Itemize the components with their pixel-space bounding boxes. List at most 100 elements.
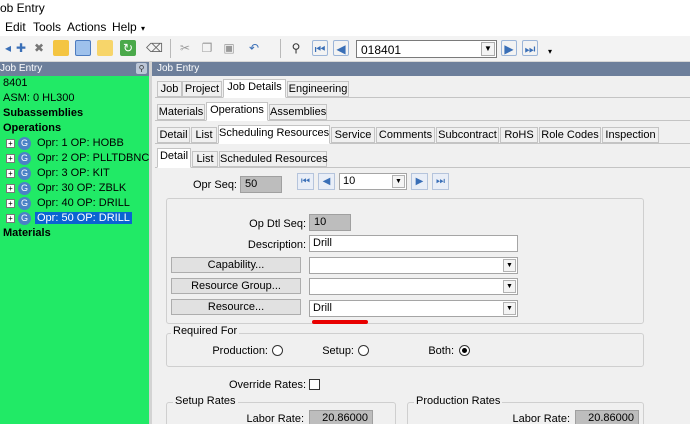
tab-scheduling-resources[interactable]: Scheduling Resources [218,125,330,144]
capability-button[interactable]: Capability... [171,257,301,273]
resource-group-combo[interactable]: ▼ [309,278,518,295]
production-radio[interactable] [272,345,283,356]
opr-seq-field[interactable]: 50 [240,176,282,193]
tab-list[interactable]: List [191,127,217,143]
operation-label[interactable]: Opr: 3 OP: KIT [35,167,112,179]
chevron-down-icon[interactable]: ▼ [392,175,405,188]
tab-comments[interactable]: Comments [376,127,435,143]
panel-title: Job Entry [157,63,200,74]
override-rates-label: Override Rates: [228,379,306,391]
paste-icon[interactable]: ▣ [221,40,237,56]
required-for-label: Required For [171,325,240,337]
resource-seq-combo[interactable]: 10 ▼ [339,173,407,190]
tab-engineering[interactable]: Engineering [287,81,349,97]
op-dtl-seq-field[interactable]: 10 [309,214,351,231]
capability-combo[interactable]: ▼ [309,257,518,274]
chevron-down-icon[interactable]: ▼ [503,302,516,315]
tree-subassemblies[interactable]: Subassemblies [3,107,83,119]
search-icon[interactable]: ⚲ [288,40,304,56]
save-icon[interactable] [75,40,91,56]
tab-job[interactable]: Job [157,81,182,97]
panel-splitter[interactable] [149,62,152,424]
operation-label[interactable]: Opr: 40 OP: DRILL [35,197,132,209]
chevron-down-icon[interactable]: ▼ [481,42,495,56]
tree-materials[interactable]: Materials [3,227,51,239]
chevron-down-icon[interactable]: ▼ [503,280,516,293]
setup-labor-rate-field[interactable]: 20.86000 [309,410,373,424]
cut-icon[interactable]: ✂ [177,40,193,56]
tab-sub-list[interactable]: List [192,151,218,167]
description-field[interactable]: Drill [309,235,518,252]
toolbar-overflow-icon[interactable]: ▾ [542,44,558,60]
first-resource-icon[interactable]: ⏮ [297,173,314,190]
menu-overflow-icon[interactable]: ▾ [141,24,145,33]
chevron-down-icon[interactable]: ▼ [503,259,516,272]
expand-icon[interactable]: + [6,214,15,223]
tab-rohs[interactable]: RoHS [500,127,538,143]
tab-service[interactable]: Service [331,127,375,143]
delete-icon[interactable]: ✖ [31,40,47,56]
menu-actions[interactable]: Actions [67,20,106,34]
resource-combo[interactable]: Drill ▼ [309,300,518,317]
tab-job-details[interactable]: Job Details [223,79,286,98]
next-resource-icon[interactable]: ▶ [411,173,428,190]
resource-button[interactable]: Resource... [171,299,301,315]
expand-icon[interactable]: + [6,199,15,208]
operation-label[interactable]: Opr: 50 OP: DRILL [35,212,132,224]
tab-strip-line [155,167,690,168]
tab-role-codes[interactable]: Role Codes [539,127,601,143]
operation-label[interactable]: Opr: 2 OP: PLLTDBNC [35,152,151,164]
tab-sub-detail[interactable]: Detail [157,148,191,168]
copy-icon[interactable]: ❐ [199,40,215,56]
window-title: ob Entry [0,1,45,15]
last-resource-icon[interactable]: ⏭ [432,173,449,190]
new-icon[interactable]: ✚ [13,40,29,56]
tab-assemblies[interactable]: Assemblies [269,104,327,120]
pin-icon[interactable]: ⚲ [136,63,147,74]
expand-icon[interactable]: + [6,169,15,178]
operation-label[interactable]: Opr: 1 OP: HOBB [35,137,126,149]
expand-icon[interactable]: + [6,184,15,193]
tab-operations[interactable]: Operations [206,102,268,121]
first-record-icon[interactable]: ⏮ [312,40,328,56]
expand-icon[interactable]: + [6,139,15,148]
refresh-icon[interactable]: ↻ [120,40,136,56]
previous-record-icon[interactable]: ◀ [333,40,349,56]
last-record-icon[interactable]: ⏭ [522,40,538,56]
tree-asm[interactable]: ASM: 0 HL300 [3,92,75,104]
open-folder-icon[interactable] [53,40,69,56]
resource-group-button[interactable]: Resource Group... [171,278,301,294]
tab-inspection[interactable]: Inspection [602,127,659,143]
tree-operations[interactable]: Operations [3,122,61,134]
menu-bar: Edit Tools Actions Help ▾ [0,18,690,36]
operation-icon: G [18,152,31,165]
tab-project[interactable]: Project [182,81,222,97]
opr-seq-label: Opr Seq: [192,179,237,191]
expand-icon[interactable]: + [6,154,15,163]
override-rates-checkbox[interactable] [309,379,320,390]
operation-icon: G [18,182,31,195]
next-record-icon[interactable]: ▶ [501,40,517,56]
print-icon[interactable] [97,40,113,56]
production-labor-rate-field[interactable]: 20.86000 [575,410,639,424]
tree-root[interactable]: 8401 [3,77,27,89]
both-radio[interactable] [459,345,470,356]
tab-subcontract[interactable]: Subcontract [436,127,499,143]
op-dtl-seq-label: Op Dtl Seq: [249,218,306,230]
menu-edit[interactable]: Edit [5,20,26,34]
tab-materials[interactable]: Materials [157,104,205,120]
previous-resource-icon[interactable]: ◀ [318,173,335,190]
description-label: Description: [247,239,306,251]
job-number-combo[interactable]: 018401 ▼ [356,40,497,58]
operation-label[interactable]: Opr: 30 OP: ZBLK [35,182,128,194]
operation-icon: G [18,137,31,150]
setup-radio[interactable] [358,345,369,356]
undo-icon[interactable]: ↶ [246,40,262,56]
clear-icon[interactable]: ⌫ [146,40,163,56]
menu-tools[interactable]: Tools [33,20,61,34]
menu-help[interactable]: Help [112,20,137,34]
tab-scheduled-resources[interactable]: Scheduled Resources [219,151,328,167]
title-bar: ob Entry [0,0,690,18]
toolbar: ◂ ✚ ✖ ↻ ⌫ ✂ ❐ ▣ ↶ ⚲ ⏮ ◀ 018401 ▼ ▶ ⏭ ▾ [0,36,690,62]
tab-detail[interactable]: Detail [157,127,190,143]
